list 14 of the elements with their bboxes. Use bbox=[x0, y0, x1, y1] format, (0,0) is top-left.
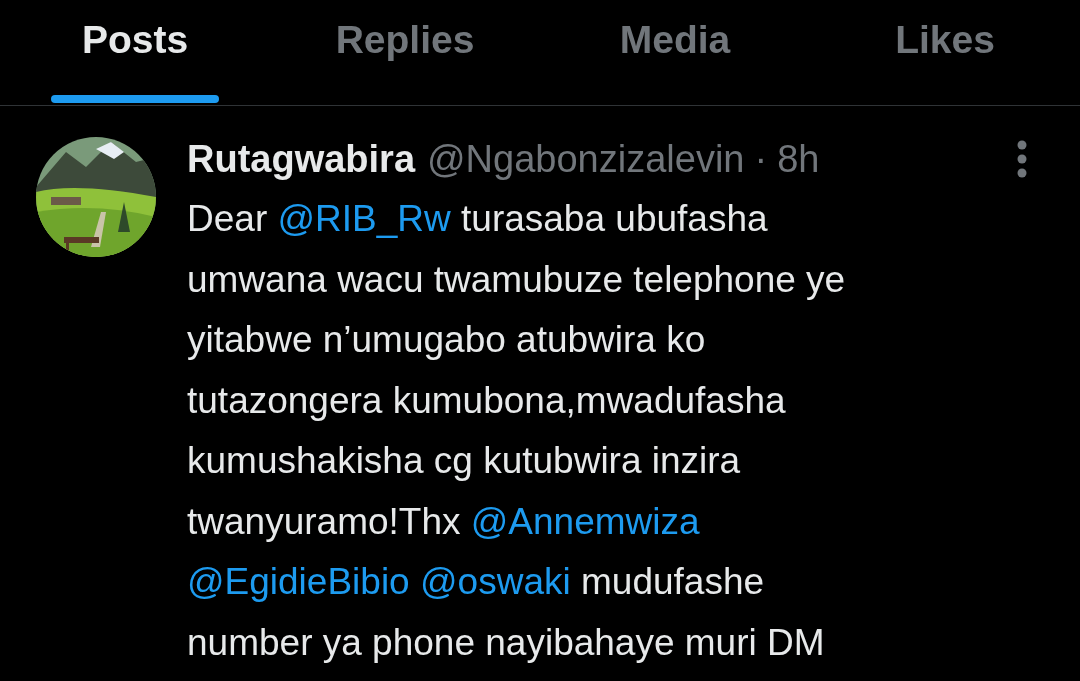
author-handle[interactable]: @Ngabonzizalevin bbox=[427, 137, 745, 181]
separator: · bbox=[754, 137, 768, 181]
post-text: Dear @RIB_Rw turasaba ubufasha umwana wacu twamubuze telephone ye yitabwe n’umugabo atubwira ko tutazongera kumubona,mwadufasha kumushakisha cg kutubwira inzira twanyuramo!Thx @Annemwiza @EgidieBibio @oswaki mudufashe number ya phone nayibahaye muri DM bbox=[187, 197, 847, 665]
author-name[interactable]: Rutagwabira bbox=[187, 137, 416, 181]
mention-link[interactable]: @oswaki bbox=[420, 561, 571, 602]
tab[interactable]: Posts bbox=[0, 0, 270, 105]
tab[interactable]: Media bbox=[540, 0, 810, 105]
mention-link[interactable]: @Annemwiza bbox=[470, 500, 700, 542]
tab[interactable]: Replies bbox=[270, 0, 540, 105]
more-options-icon[interactable] bbox=[1016, 139, 1028, 179]
mention-link[interactable]: @EgidieBibio bbox=[187, 561, 410, 602]
post-time[interactable]: 8h bbox=[777, 137, 820, 181]
tab[interactable]: Likes bbox=[810, 0, 1080, 105]
mention-link[interactable]: @RIB_Rw bbox=[277, 198, 451, 239]
